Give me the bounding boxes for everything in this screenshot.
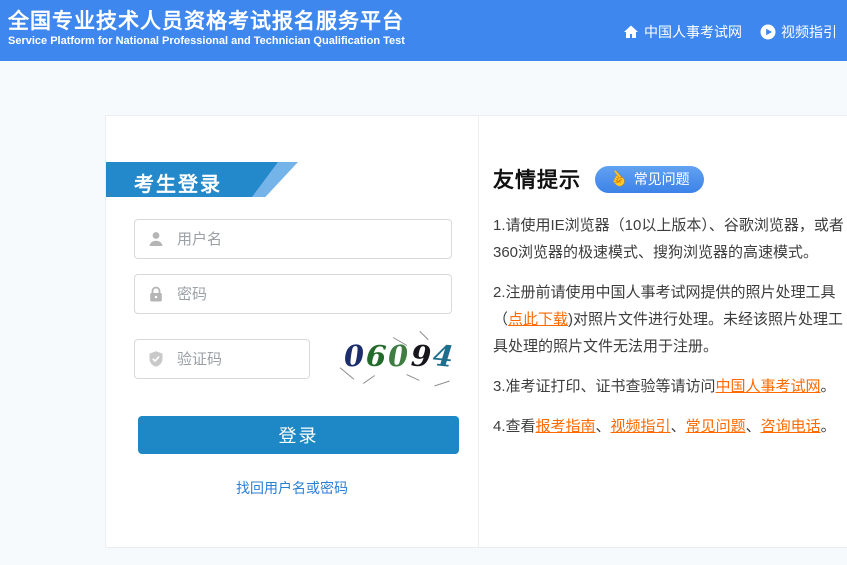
tips-panel: 友情提示 ☝ 常见问题 1.请使用IE浏览器（10以上版本）、谷歌浏览器，或者3… — [479, 116, 847, 547]
tip-link[interactable]: 咨询电话 — [761, 418, 821, 435]
header-nav: 中国人事考试网 视频指引 — [623, 22, 837, 42]
captcha-digit: 9 — [410, 338, 432, 373]
nav-video-link[interactable]: 视频指引 — [760, 22, 837, 42]
faq-button[interactable]: ☝ 常见问题 — [595, 166, 704, 193]
captcha-digit: 4 — [431, 338, 455, 374]
captcha-digit: 0 — [343, 338, 365, 373]
tips-list: 1.请使用IE浏览器（10以上版本）、谷歌浏览器，或者360浏览器的极速模式、搜… — [493, 212, 847, 440]
nav-site-link[interactable]: 中国人事考试网 — [623, 22, 742, 42]
login-title-ribbon: 考生登录 — [106, 162, 298, 197]
main-card: 考生登录 06094 — [105, 115, 847, 548]
forgot-link[interactable]: 找回用户名或密码 — [236, 480, 348, 496]
captcha-noise-line — [363, 375, 375, 384]
tip-link[interactable]: 视频指引 — [611, 418, 671, 435]
tip-link[interactable]: 中国人事考试网 — [716, 378, 821, 395]
site-subtitle: Service Platform for National Profession… — [8, 35, 405, 47]
tip-paragraph: 2.注册前请使用中国人事考试网提供的照片处理工具（点此下载)对照片文件进行处理。… — [493, 279, 847, 360]
password-field-wrap — [134, 274, 452, 314]
login-button[interactable]: 登录 — [138, 416, 459, 454]
captcha-field-wrap — [134, 339, 310, 379]
pointing-hand-icon: ☝ — [605, 166, 631, 192]
tip-paragraph: 4.查看报考指南、视频指引、常见问题、咨询电话。 — [493, 413, 847, 440]
home-icon — [623, 24, 639, 40]
site-title: 全国专业技术人员资格考试报名服务平台 — [8, 5, 404, 35]
tip-paragraph: 1.请使用IE浏览器（10以上版本）、谷歌浏览器，或者360浏览器的极速模式、搜… — [493, 212, 847, 266]
tip-link[interactable]: 报考指南 — [536, 418, 596, 435]
captcha-noise-line — [434, 381, 450, 387]
username-input[interactable] — [134, 219, 452, 259]
login-panel-title: 考生登录 — [134, 168, 222, 197]
captcha-input[interactable] — [134, 339, 310, 379]
captcha-digit: 6 — [365, 338, 388, 373]
nav-site-label: 中国人事考试网 — [644, 22, 742, 42]
tips-header: 友情提示 ☝ 常见问题 — [493, 164, 839, 194]
tip-link[interactable]: 常见问题 — [686, 418, 746, 435]
faq-button-label: 常见问题 — [634, 169, 690, 189]
captcha-digits: 06094 — [336, 339, 461, 373]
login-panel: 考生登录 06094 — [106, 116, 479, 547]
captcha-image[interactable]: 06094 — [336, 331, 461, 389]
username-field-wrap — [134, 219, 452, 259]
play-icon — [760, 24, 776, 40]
forgot-wrap: 找回用户名或密码 — [106, 478, 478, 498]
tips-title: 友情提示 — [493, 164, 581, 194]
tip-link[interactable]: 点此下载 — [508, 311, 568, 328]
page-header: 全国专业技术人员资格考试报名服务平台 Service Platform for … — [0, 0, 847, 61]
captcha-noise-line — [406, 374, 419, 381]
nav-video-label: 视频指引 — [781, 22, 837, 42]
tip-paragraph: 3.准考证打印、证书查验等请访问中国人事考试网。 — [493, 373, 847, 400]
password-input[interactable] — [134, 274, 452, 314]
